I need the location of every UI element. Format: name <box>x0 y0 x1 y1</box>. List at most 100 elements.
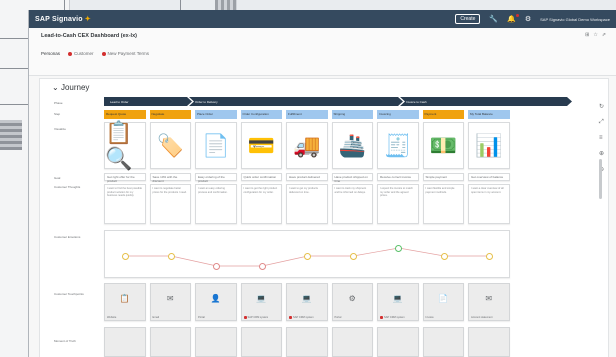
layers-icon[interactable]: ≡ <box>599 135 604 141</box>
thought-card[interactable]: I want an easy ordering process and conf… <box>195 184 237 224</box>
thought-card[interactable]: I want to get the right product configur… <box>240 184 282 224</box>
touchpoint-caption: SAP CRM system <box>380 316 405 319</box>
background-shade <box>0 120 22 150</box>
goal-card[interactable]: Have product delivered <box>286 173 328 181</box>
step-card[interactable]: Fulfillment <box>286 110 328 119</box>
touchpoint-caption: SAP CRM system <box>289 316 314 319</box>
moment-of-truth-card[interactable] <box>149 327 191 357</box>
moment-of-truth-card[interactable] <box>195 327 237 357</box>
illustration-icon: 🚚 <box>293 132 321 158</box>
visual-tile[interactable]: 🏷️ <box>149 122 191 169</box>
emotion-point[interactable] <box>258 262 266 270</box>
touchpoint-card[interactable]: 📋 Website <box>104 283 146 321</box>
emotion-point[interactable] <box>349 252 357 260</box>
moment-of-truth-card[interactable] <box>286 327 328 357</box>
goal-card[interactable]: Get overview of balance <box>468 173 510 181</box>
step-card[interactable]: Request Quote <box>104 110 146 119</box>
touchpoint-caption: Account statement <box>471 316 493 319</box>
settings-icon[interactable]: ⚙ <box>525 16 531 23</box>
illustration-icon: 🧾 <box>384 132 412 158</box>
visual-tile[interactable]: 📊 <box>468 122 510 169</box>
emotion-point[interactable] <box>122 252 130 260</box>
touchpoint-card[interactable]: 💻 SAP CRM system <box>377 283 419 321</box>
goal-card[interactable]: Receive correct invoice <box>377 173 419 181</box>
goal-card[interactable]: Easy ordering of the product <box>195 173 237 183</box>
illustration-icon: 📄 <box>202 132 230 158</box>
thought-card[interactable]: I want to find the best possible product… <box>104 184 146 224</box>
row-label: Customer Thoughts <box>54 185 81 189</box>
fit-icon[interactable]: ⤢ <box>599 119 604 126</box>
thought-card[interactable]: I want to negotiate better prices for th… <box>149 184 191 224</box>
thought-card[interactable]: I want a clear overview of all open item… <box>468 184 510 224</box>
emotion-point[interactable] <box>486 252 494 260</box>
phase-order-to-delivery[interactable]: Order to Delivery <box>189 97 403 106</box>
persona-chip[interactable]: Customer <box>68 51 94 56</box>
touchpoint-card[interactable]: ✉ Account statement <box>468 283 510 321</box>
visual-tile[interactable]: 📋🔍 <box>104 119 146 171</box>
moment-of-truth-card[interactable] <box>104 327 146 357</box>
thought-card[interactable]: I want to track my shipment and be infor… <box>331 184 373 224</box>
app-window: SAP Signavio ✦ Create 🔧 🔔 ⚙ SAP Signavio … <box>28 10 616 357</box>
thought-card[interactable]: I expect the invoice to match my order a… <box>377 184 419 224</box>
touchpoint-card[interactable]: 👤 Portal <box>195 283 237 321</box>
emotion-point[interactable] <box>213 262 221 270</box>
touchpoint-icon: 👤 <box>210 294 221 303</box>
header-actions: ⊞ ☆ ⇗ <box>585 32 606 38</box>
moment-of-truth-card[interactable] <box>422 327 464 357</box>
touchpoint-card[interactable]: ✉ Email <box>149 283 191 321</box>
goal-card[interactable]: Save 10% with the discount <box>149 173 191 183</box>
visual-tile[interactable]: 💳 <box>240 122 282 169</box>
emotion-point[interactable] <box>304 252 312 260</box>
share-icon[interactable]: ⇗ <box>602 32 606 38</box>
step-card[interactable]: Shipping <box>331 110 373 119</box>
phase-lead-to-order[interactable]: Lead to Order <box>104 97 192 106</box>
vertical-scrollbar[interactable] <box>599 159 602 199</box>
phase-invoice-to-cash[interactable]: Invoice to Cash <box>400 97 572 106</box>
goal-card[interactable]: Get right offer for the product <box>104 173 146 183</box>
star-icon[interactable]: ☆ <box>593 32 597 38</box>
persona-chip[interactable]: New Payment Terms <box>101 51 149 56</box>
notification-icon[interactable]: 🔔 <box>507 13 519 23</box>
refresh-icon[interactable]: ↻ <box>599 103 604 110</box>
step-card[interactable]: Place Order <box>195 110 237 119</box>
system-icon <box>289 316 292 319</box>
view-icon[interactable]: ⊞ <box>585 32 589 38</box>
step-card[interactable]: Invoicing <box>377 110 419 119</box>
step-card[interactable]: Order Configuration <box>240 110 282 119</box>
touchpoint-card[interactable]: ⚙ Portal <box>331 283 373 321</box>
visual-tile[interactable]: 🧾 <box>377 122 419 169</box>
emotion-point[interactable] <box>167 252 175 260</box>
step-card[interactable]: Payment <box>422 110 464 119</box>
step-card[interactable]: Negotiate <box>149 110 191 119</box>
touchpoint-card[interactable]: 💻 SAP CRM system <box>240 283 282 321</box>
moment-of-truth-card[interactable] <box>331 327 373 357</box>
goal-card[interactable]: Simple payment <box>422 173 464 181</box>
moment-of-truth-card[interactable] <box>468 327 510 357</box>
create-button[interactable]: Create <box>455 14 481 24</box>
app-logo[interactable]: SAP Signavio ✦ <box>35 15 91 23</box>
wrench-icon[interactable]: 🔧 <box>489 16 498 23</box>
emotion-point[interactable] <box>440 252 448 260</box>
workspace-selector[interactable]: SAP Signavio Global Demo Workspace <box>540 17 610 22</box>
visual-tile[interactable]: 📄 <box>195 122 237 169</box>
illustration-icon: 📋🔍 <box>105 119 133 171</box>
touchpoint-caption: SAP CRM system <box>243 316 268 319</box>
row-label: Phase <box>54 101 63 105</box>
moment-of-truth-card[interactable] <box>240 327 282 357</box>
goal-card[interactable]: Quick order confirmation <box>240 173 282 181</box>
touchpoint-card[interactable]: 📄 Invoice <box>422 283 464 321</box>
step-card[interactable]: My Total Balance <box>468 110 510 119</box>
thought-card[interactable]: I want flexible and simple payment metho… <box>422 184 464 224</box>
visual-tile[interactable]: 🚢 <box>331 122 373 169</box>
visual-tile[interactable]: 💵 <box>422 122 464 169</box>
thought-card[interactable]: I want to get my products delivered on t… <box>286 184 328 224</box>
row-label: Moment of Truth <box>54 339 76 343</box>
emotion-point[interactable] <box>395 244 403 252</box>
goal-card[interactable]: Have product shipped on time <box>331 173 373 183</box>
zoom-in-icon[interactable]: ⊕ <box>599 150 604 157</box>
touchpoint-caption: Portal <box>198 316 205 319</box>
visual-tile[interactable]: 🚚 <box>286 122 328 169</box>
spark-icon: ✦ <box>84 16 91 23</box>
touchpoint-card[interactable]: 💻 SAP CRM system <box>286 283 328 321</box>
moment-of-truth-card[interactable] <box>377 327 419 357</box>
